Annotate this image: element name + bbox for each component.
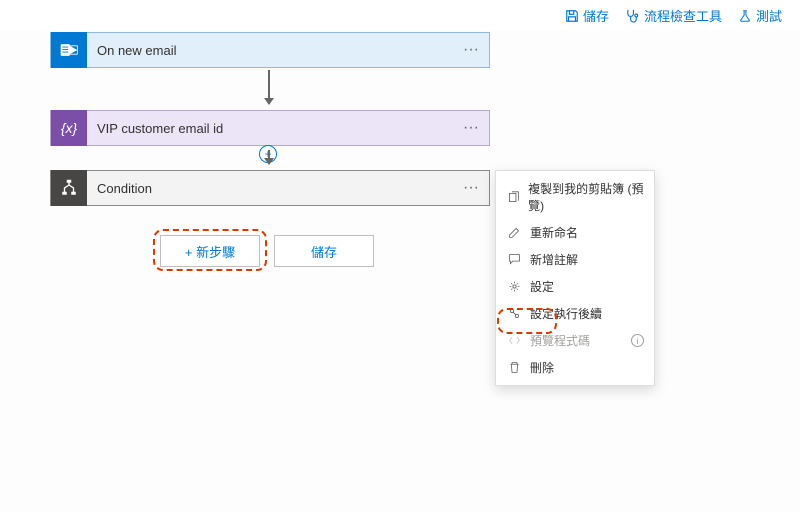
connector-arrow: [268, 70, 270, 104]
condition-card-menu-button[interactable]: ···: [453, 179, 489, 197]
condition-card[interactable]: Condition ···: [50, 170, 490, 206]
save-label: 儲存: [583, 6, 609, 25]
flow-checker-label: 流程檢查工具: [644, 6, 722, 25]
menu-label: 設定: [530, 278, 554, 295]
menu-add-comment[interactable]: 新增註解: [496, 246, 654, 273]
variable-card[interactable]: {x} VIP customer email id ···: [50, 110, 490, 146]
command-bar: 儲存 流程檢查工具 測試: [565, 6, 782, 25]
outlook-icon: [51, 32, 87, 68]
menu-peek-code: 預覽程式碼 i: [496, 327, 654, 354]
menu-rename[interactable]: 重新命名: [496, 219, 654, 246]
copy-icon: [506, 191, 520, 204]
trigger-card[interactable]: On new email ···: [50, 32, 490, 68]
flow-checker-command[interactable]: 流程檢查工具: [625, 6, 722, 25]
connector-arrow: [268, 150, 270, 164]
stethoscope-icon: [625, 8, 640, 23]
flow-canvas: On new email ··· {x} VIP customer email …: [0, 30, 800, 512]
condition-card-title: Condition: [87, 181, 453, 196]
menu-label: 重新命名: [530, 224, 578, 241]
save-command[interactable]: 儲存: [565, 6, 609, 25]
comment-icon: [506, 253, 522, 266]
menu-run-after[interactable]: 設定執行後續: [496, 300, 654, 327]
test-label: 測試: [756, 6, 782, 25]
save-icon: [565, 9, 579, 23]
menu-label: 複製到我的剪貼簿 (預覽): [528, 180, 644, 214]
trash-icon: [506, 361, 522, 374]
code-icon: [506, 334, 522, 347]
pencil-icon: [506, 226, 522, 239]
menu-label: 設定執行後續: [530, 305, 602, 322]
context-menu: 複製到我的剪貼簿 (預覽) 重新命名 新增註解 設定 設定執行後續 預覽程式碼 …: [495, 170, 655, 386]
menu-delete[interactable]: 刪除: [496, 354, 654, 381]
menu-copy-clipboard[interactable]: 複製到我的剪貼簿 (預覽): [496, 175, 654, 219]
new-step-button[interactable]: + 新步驟: [160, 235, 260, 267]
variable-card-menu-button[interactable]: ···: [453, 119, 489, 137]
info-icon: i: [631, 334, 644, 347]
trigger-card-title: On new email: [87, 43, 453, 58]
test-command[interactable]: 測試: [738, 6, 782, 25]
gear-icon: [506, 280, 522, 293]
menu-label: 預覽程式碼: [530, 332, 590, 349]
variable-icon: {x}: [51, 110, 87, 146]
trigger-card-menu-button[interactable]: ···: [453, 41, 489, 59]
link-icon: [506, 307, 522, 320]
menu-settings[interactable]: 設定: [496, 273, 654, 300]
variable-card-title: VIP customer email id: [87, 121, 453, 136]
menu-label: 新增註解: [530, 251, 578, 268]
save-button[interactable]: 儲存: [274, 235, 374, 267]
branch-icon: [51, 170, 87, 206]
flask-icon: [738, 9, 752, 23]
menu-label: 刪除: [530, 359, 554, 376]
action-buttons-row: + 新步驟 儲存: [160, 235, 374, 267]
